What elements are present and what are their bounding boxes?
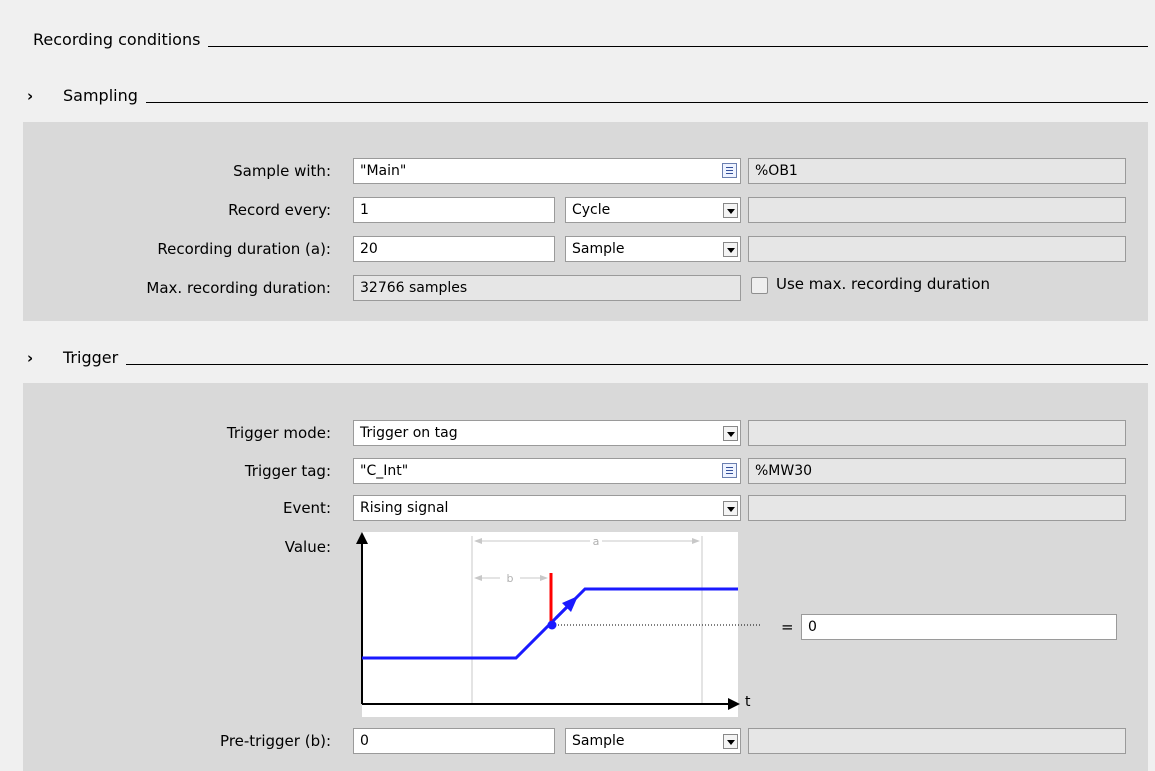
- trigger-chevron-icon[interactable]: ›: [27, 348, 67, 368]
- recording-conditions-header: Recording conditions: [33, 28, 1148, 50]
- value-equals-sign: =: [781, 618, 794, 636]
- b-dimension-label: b: [507, 572, 514, 585]
- trigger-diagram: a b t: [356, 532, 760, 717]
- record-every-label: Record every:: [228, 201, 331, 219]
- sample-with-value: "Main": [360, 163, 407, 179]
- t-axis-label: t: [745, 694, 751, 710]
- pretrigger-unit-select[interactable]: Sample: [565, 728, 741, 754]
- sampling-section-header[interactable]: › Sampling: [27, 84, 1148, 106]
- record-every-input[interactable]: 1: [353, 197, 555, 223]
- recording-duration-extra: [748, 236, 1126, 262]
- trigger-mode-label: Trigger mode:: [226, 424, 331, 442]
- value-label: Value:: [284, 538, 331, 556]
- record-every-unit-select[interactable]: Cycle: [565, 197, 741, 223]
- recording-duration-unit-select[interactable]: Sample: [565, 236, 741, 262]
- recording-conditions-title: Recording conditions: [33, 30, 201, 49]
- pretrigger-input[interactable]: 0: [353, 728, 555, 754]
- trigger-divider: [126, 364, 1148, 365]
- pretrigger-unit-value: Sample: [572, 733, 625, 749]
- a-dimension-label: a: [593, 535, 600, 548]
- chevron-down-icon[interactable]: [720, 198, 740, 222]
- use-max-duration-label[interactable]: Use max. recording duration: [776, 274, 990, 294]
- tag-list-icon[interactable]: [722, 463, 737, 478]
- tag-list-icon[interactable]: [722, 163, 737, 178]
- trigger-mode-select[interactable]: Trigger on tag: [353, 420, 741, 446]
- event-value: Rising signal: [360, 500, 449, 516]
- trigger-section-header[interactable]: › Trigger: [27, 346, 1148, 368]
- sampling-divider: [145, 102, 1148, 103]
- trigger-mode-extra: [748, 420, 1126, 446]
- sampling-chevron-icon[interactable]: ›: [27, 86, 67, 106]
- sample-with-label: Sample with:: [233, 162, 331, 180]
- trigger-tag-value: "C_Int": [360, 463, 409, 479]
- trigger-tag-address: %MW30: [748, 458, 1126, 484]
- recording-duration-unit-value: Sample: [572, 241, 625, 257]
- chevron-down-icon[interactable]: [720, 421, 740, 445]
- record-every-unit-value: Cycle: [572, 202, 611, 218]
- trigger-tag-label: Trigger tag:: [244, 462, 331, 480]
- trigger-value-input[interactable]: 0: [801, 614, 1117, 640]
- header-divider: [208, 46, 1148, 47]
- use-max-duration-checkbox[interactable]: [751, 277, 768, 294]
- event-select[interactable]: Rising signal: [353, 495, 741, 521]
- chevron-down-icon[interactable]: [720, 237, 740, 261]
- record-every-extra: [748, 197, 1126, 223]
- recording-duration-label: Recording duration (a):: [157, 240, 331, 258]
- pretrigger-label: Pre-trigger (b):: [220, 732, 331, 750]
- chevron-down-icon[interactable]: [720, 729, 740, 753]
- sampling-title: Sampling: [63, 86, 138, 105]
- trigger-title: Trigger: [63, 348, 119, 367]
- pretrigger-extra: [748, 728, 1126, 754]
- sample-with-address: %OB1: [748, 158, 1126, 184]
- chevron-down-icon[interactable]: [720, 496, 740, 520]
- trigger-mode-value: Trigger on tag: [360, 425, 458, 441]
- event-extra: [748, 495, 1126, 521]
- trigger-tag-input[interactable]: "C_Int": [353, 458, 741, 484]
- sample-with-input[interactable]: "Main": [353, 158, 741, 184]
- max-duration-label: Max. recording duration:: [146, 279, 331, 297]
- max-duration-value: 32766 samples: [353, 275, 741, 301]
- trigger-point: [547, 620, 557, 630]
- recording-duration-input[interactable]: 20: [353, 236, 555, 262]
- event-label: Event:: [282, 499, 331, 517]
